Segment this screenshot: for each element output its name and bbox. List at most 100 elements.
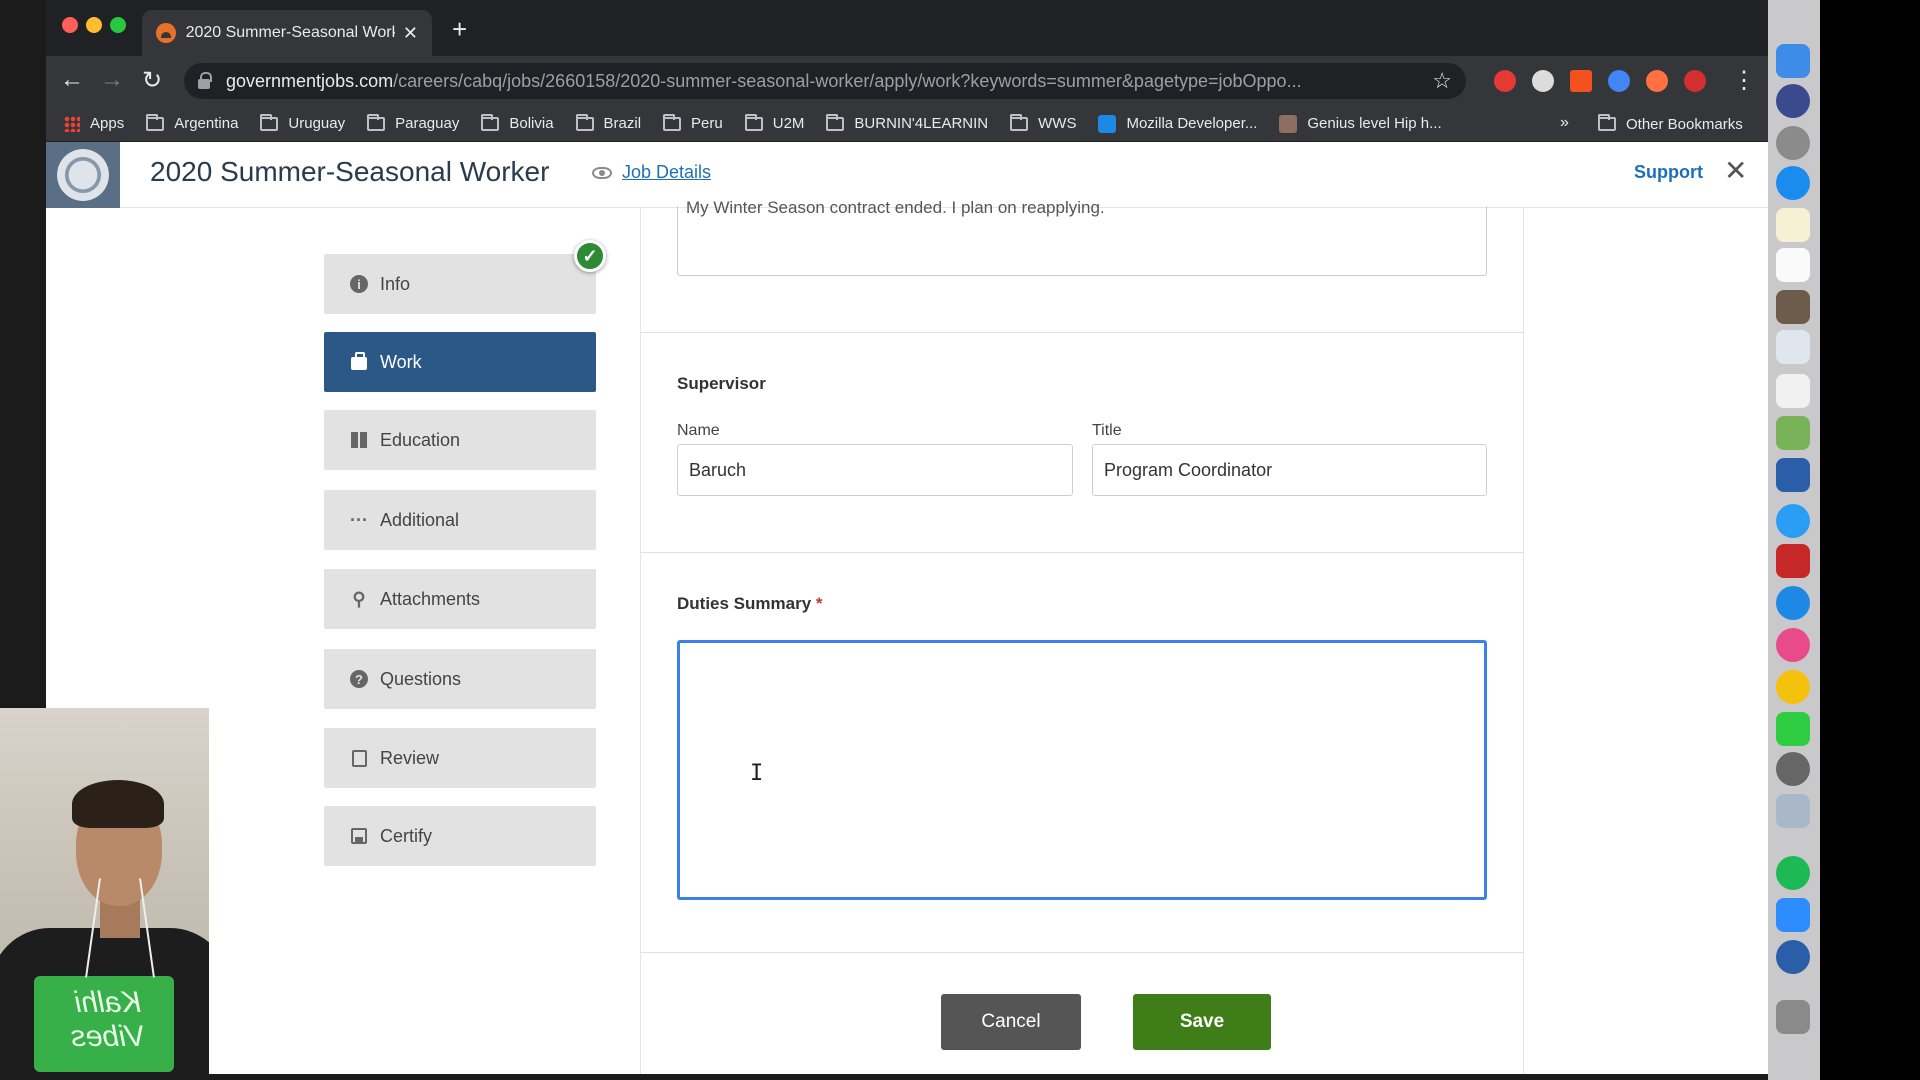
- bookmark-folder[interactable]: Argentina: [146, 113, 238, 132]
- notes-icon[interactable]: [1776, 208, 1810, 242]
- page: 2020 Summer-Seasonal Worker Job Details …: [46, 142, 1768, 1074]
- macos-dock: [1768, 0, 1820, 1080]
- finder-icon[interactable]: [1776, 44, 1810, 78]
- browser-toolbar: ← → ↻ governmentjobs.com/careers/cabq/jo…: [46, 56, 1768, 106]
- step-certify[interactable]: Certify: [324, 806, 596, 866]
- folder-icon: [1010, 113, 1029, 131]
- close-icon[interactable]: ✕: [1724, 154, 1747, 187]
- browser-menu-icon[interactable]: ⋮: [1732, 66, 1756, 95]
- zoom-icon[interactable]: [1776, 898, 1810, 932]
- launchpad-icon[interactable]: [1776, 126, 1810, 160]
- extension-icon[interactable]: [1608, 70, 1630, 92]
- close-window-button[interactable]: [62, 17, 78, 33]
- new-tab-icon[interactable]: +: [452, 14, 467, 45]
- bookmark-folder[interactable]: Paraguay: [367, 113, 459, 132]
- maximize-window-button[interactable]: [110, 17, 126, 33]
- safari-icon[interactable]: [1776, 166, 1810, 200]
- step-label: Additional: [380, 509, 460, 530]
- maps-icon[interactable]: [1776, 416, 1810, 450]
- reload-icon[interactable]: ↻: [142, 66, 162, 95]
- other-bookmarks[interactable]: Other Bookmarks: [1598, 106, 1743, 142]
- bookmarks-bar: Apps Argentina Uruguay Paraguay Bolivia …: [46, 106, 1768, 142]
- messages-icon[interactable]: [1776, 504, 1810, 538]
- genius-icon: [1279, 114, 1298, 133]
- bookmark-folder[interactable]: Uruguay: [260, 113, 345, 132]
- back-arrow-icon[interactable]: ←: [60, 66, 84, 94]
- bookmark-star-icon[interactable]: ☆: [1432, 68, 1452, 94]
- info-icon: i: [350, 275, 368, 293]
- folder-icon: [744, 113, 763, 131]
- bookmark-folder[interactable]: Bolivia: [481, 113, 554, 132]
- text-cursor-icon: I: [750, 761, 764, 786]
- minimize-window-button[interactable]: [86, 17, 102, 33]
- duties-summary-textarea[interactable]: I: [677, 640, 1487, 900]
- trash-icon[interactable]: [1776, 1000, 1810, 1034]
- section-divider: [641, 952, 1523, 953]
- mdn-icon: [1098, 114, 1117, 133]
- word-icon[interactable]: [1776, 458, 1810, 492]
- browser-window: 2020 Summer-Seasonal Worke ✕ + ← → ↻ gov…: [46, 0, 1768, 1074]
- folder-icon: [481, 113, 500, 131]
- supervisor-title-input[interactable]: Program Coordinator: [1092, 444, 1487, 496]
- tab-strip: 2020 Summer-Seasonal Worke ✕ +: [46, 0, 1768, 56]
- step-work[interactable]: Work: [324, 332, 596, 392]
- app-store-icon[interactable]: [1776, 586, 1810, 620]
- step-education[interactable]: Education: [324, 410, 596, 470]
- facetime-icon[interactable]: [1776, 712, 1810, 746]
- step-additional[interactable]: ··· Additional: [324, 490, 596, 550]
- chrome-icon[interactable]: [1776, 670, 1810, 704]
- notebook-icon[interactable]: [1776, 290, 1810, 324]
- bookmark-folder[interactable]: BURNIN'4LEARNIN: [826, 113, 988, 132]
- spotify-icon[interactable]: [1776, 856, 1810, 890]
- briefcase-icon: [351, 352, 367, 370]
- bookmark-apps[interactable]: Apps: [64, 115, 124, 132]
- calendar-icon[interactable]: [1776, 248, 1810, 282]
- save-button[interactable]: Save: [1133, 994, 1271, 1050]
- paperclip-icon: ⚲: [352, 588, 366, 609]
- acrobat-icon[interactable]: [1776, 544, 1810, 578]
- step-info[interactable]: i Info ✓: [324, 240, 606, 314]
- bookmark-folder[interactable]: Brazil: [575, 113, 641, 132]
- tab-close-icon[interactable]: ✕: [403, 23, 418, 44]
- bookmark-folder[interactable]: U2M: [744, 113, 804, 132]
- job-details-link[interactable]: Job Details: [592, 162, 711, 183]
- eye-icon: [592, 166, 612, 179]
- more-bookmarks-icon[interactable]: »: [1560, 114, 1569, 132]
- reminders-icon[interactable]: [1776, 374, 1810, 408]
- extension-icon[interactable]: [1570, 70, 1592, 92]
- dots-icon: ···: [350, 509, 368, 530]
- bookmark-folder[interactable]: Peru: [663, 113, 723, 132]
- webcam-overlay: Kalhi Vibes: [0, 708, 209, 1080]
- review-icon: [351, 749, 367, 767]
- quicktime-icon[interactable]: [1776, 940, 1810, 974]
- previous-text: My Winter Season contract ended. I plan …: [686, 198, 1105, 217]
- question-icon: ?: [350, 670, 368, 688]
- photos-icon[interactable]: [1776, 794, 1810, 828]
- extension-icon[interactable]: [1684, 70, 1706, 92]
- step-attachments[interactable]: ⚲ Attachments: [324, 569, 596, 629]
- step-questions[interactable]: ? Questions: [324, 649, 596, 709]
- previous-textarea[interactable]: My Winter Season contract ended. I plan …: [677, 198, 1487, 276]
- extension-icon[interactable]: [1646, 70, 1668, 92]
- extension-icon[interactable]: [1494, 70, 1516, 92]
- step-label: Attachments: [380, 588, 481, 609]
- step-review[interactable]: Review: [324, 728, 596, 788]
- extension-icon[interactable]: [1532, 70, 1554, 92]
- address-bar[interactable]: governmentjobs.com/careers/cabq/jobs/266…: [184, 63, 1466, 99]
- page-title: 2020 Summer-Seasonal Worker: [150, 156, 550, 187]
- forward-arrow-icon[interactable]: →: [100, 66, 124, 94]
- bookmark-genius[interactable]: Genius level Hip h...: [1279, 114, 1442, 133]
- folder-icon: [260, 113, 279, 131]
- supervisor-name-input[interactable]: Baruch: [677, 444, 1073, 496]
- support-link[interactable]: Support: [1634, 162, 1703, 183]
- browser-tab[interactable]: 2020 Summer-Seasonal Worke ✕: [142, 10, 432, 56]
- step-label: Education: [380, 429, 461, 450]
- bookmark-folder[interactable]: WWS: [1010, 113, 1076, 132]
- cancel-button[interactable]: Cancel: [941, 994, 1081, 1050]
- music-icon[interactable]: [1776, 628, 1810, 662]
- bookmark-mozilla[interactable]: Mozilla Developer...: [1098, 114, 1257, 133]
- system-preferences-icon[interactable]: [1776, 752, 1810, 786]
- preview-icon[interactable]: [1776, 330, 1810, 364]
- siri-icon[interactable]: [1776, 84, 1810, 118]
- shirt-text: Kalhi Vibes: [70, 986, 146, 1053]
